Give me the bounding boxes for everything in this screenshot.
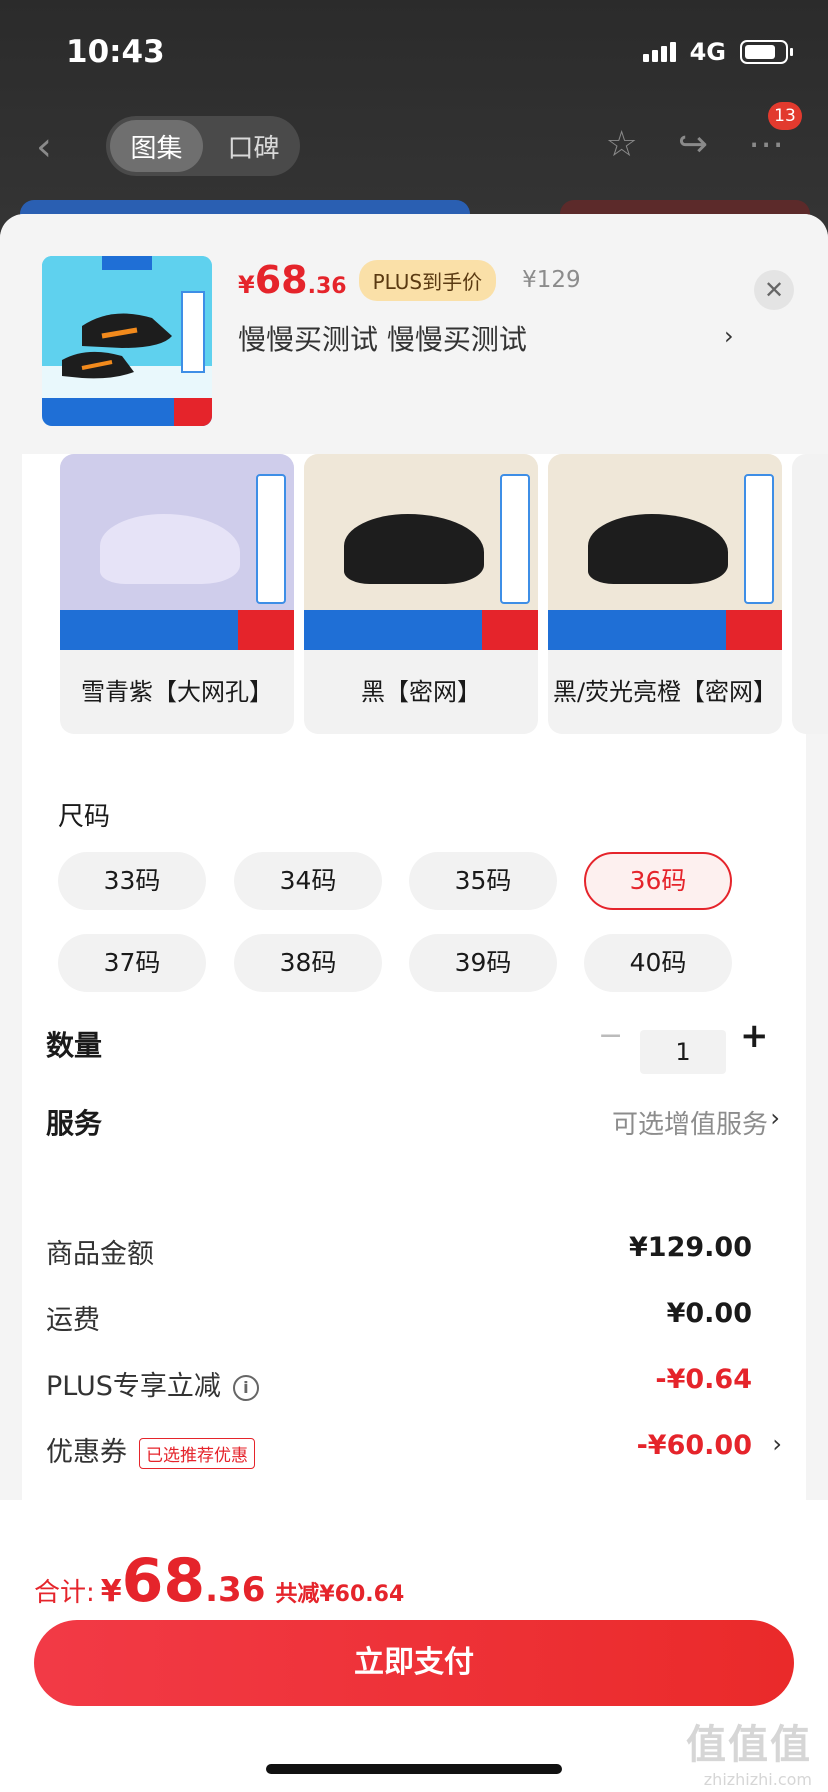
original-price: ¥129 bbox=[522, 267, 581, 293]
tab-gallery[interactable]: 图集 bbox=[110, 120, 203, 172]
size-option[interactable]: 40码 bbox=[584, 934, 732, 992]
quantity-label: 数量 bbox=[46, 1029, 103, 1062]
total-label: 合计: bbox=[34, 1578, 95, 1608]
price-integer: 68 bbox=[254, 258, 308, 302]
total-row: 合计: ¥ 68 .36 共减¥60.64 bbox=[34, 1546, 404, 1616]
network-label: 4G bbox=[689, 38, 726, 66]
sheet-header: ¥ 68 .36 PLUS到手价 ¥129 慢慢买测试 慢慢买测试 › ✕ bbox=[0, 214, 828, 454]
total-integer: 68 bbox=[121, 1546, 206, 1616]
favorite-star-icon[interactable]: ☆ bbox=[606, 124, 638, 165]
size-option[interactable]: 34码 bbox=[234, 852, 382, 910]
variant-label: 黑/荧光亮橙【密网】 bbox=[552, 678, 778, 706]
info-icon[interactable]: i bbox=[232, 1374, 259, 1401]
variant-image bbox=[548, 454, 782, 650]
status-time: 10:43 bbox=[66, 34, 165, 70]
coupon-label-wrap: 优惠券 已选推荐优惠 bbox=[46, 1430, 255, 1469]
home-indicator bbox=[266, 1764, 562, 1774]
product-title[interactable]: 慢慢买测试 慢慢买测试 bbox=[238, 318, 527, 358]
goods-amount-value: ¥129.00 bbox=[629, 1232, 752, 1263]
size-option[interactable]: 37码 bbox=[58, 934, 206, 992]
total-symbol: ¥ bbox=[100, 1574, 122, 1609]
coupon-label: 优惠券 bbox=[46, 1437, 127, 1468]
variant-option[interactable]: 雪青紫【大网孔】 bbox=[60, 454, 294, 734]
plus-discount-label: PLUS专享立减 bbox=[46, 1371, 221, 1402]
pay-now-button[interactable]: 立即支付 bbox=[34, 1620, 794, 1706]
status-icons: 4G bbox=[642, 38, 793, 66]
watermark: 值值值 zhizhizhi.com bbox=[686, 1712, 812, 1789]
more-icon[interactable]: ⋯ 13 bbox=[748, 102, 802, 165]
watermark-logo: 值值值 bbox=[686, 1722, 812, 1768]
variant-list: 雪青紫【大网孔】 黑【密网】 黑/荧光亮橙【密网】 bbox=[38, 454, 828, 734]
quantity-increase-button[interactable]: + bbox=[740, 1016, 769, 1056]
nav-tabs: 图集 口碑 bbox=[106, 116, 300, 176]
close-icon: ✕ bbox=[763, 276, 785, 304]
variant-option[interactable]: 黑【密网】 bbox=[304, 454, 538, 734]
shipping-label: 运费 bbox=[46, 1305, 100, 1336]
price-row: ¥ 68 .36 PLUS到手价 ¥129 bbox=[238, 258, 581, 302]
watermark-url: zhizhizhi.com bbox=[703, 1770, 812, 1789]
plus-price-tag: PLUS到手价 bbox=[358, 259, 497, 301]
total-saved: 共减¥60.64 bbox=[275, 1582, 405, 1607]
goods-amount-label: 商品金额 bbox=[46, 1239, 154, 1270]
chevron-right-icon[interactable]: › bbox=[770, 1104, 780, 1132]
message-badge: 13 bbox=[768, 102, 802, 130]
service-value[interactable]: 可选增值服务 bbox=[612, 1104, 768, 1141]
coupon-row[interactable]: 优惠券 已选推荐优惠 -¥60.00 › bbox=[46, 1430, 782, 1470]
coupon-value: -¥60.00 bbox=[636, 1430, 752, 1461]
size-option[interactable]: 33码 bbox=[58, 852, 206, 910]
variant-label: 雪青紫【大网孔】 bbox=[81, 678, 273, 706]
goods-amount-row: 商品金额 ¥129.00 bbox=[46, 1232, 782, 1272]
plus-discount-row: PLUS专享立减 i -¥0.64 bbox=[46, 1364, 782, 1404]
variant-image bbox=[60, 454, 294, 650]
nav-actions: ☆ ↪ ⋯ 13 bbox=[606, 102, 802, 165]
quantity-input[interactable]: 1 bbox=[640, 1030, 726, 1074]
cost-summary-card: 商品金额 ¥129.00 运费 ¥0.00 PLUS专享立减 i -¥0.64 优… bbox=[22, 1204, 806, 1524]
back-icon[interactable]: ‹ bbox=[36, 124, 52, 170]
plus-discount-label-wrap: PLUS专享立减 i bbox=[46, 1364, 259, 1403]
share-icon[interactable]: ↪ bbox=[678, 124, 708, 165]
shipping-value: ¥0.00 bbox=[666, 1298, 752, 1329]
price-decimal: .36 bbox=[307, 274, 347, 299]
battery-icon bbox=[740, 40, 793, 64]
size-option[interactable]: 39码 bbox=[409, 934, 557, 992]
variant-option[interactable]: 黑/荧光亮橙【密网】 bbox=[548, 454, 782, 734]
variant-label: 黑【密网】 bbox=[361, 678, 481, 706]
service-label: 服务 bbox=[46, 1107, 103, 1140]
product-thumbnail bbox=[42, 256, 212, 426]
shipping-row: 运费 ¥0.00 bbox=[46, 1298, 782, 1338]
size-option[interactable]: 35码 bbox=[409, 852, 557, 910]
signal-icon bbox=[642, 42, 676, 62]
total-decimal: .36 bbox=[205, 1570, 266, 1610]
size-section-title: 尺码 bbox=[58, 802, 111, 832]
nav-bar: ‹ 图集 口碑 ☆ ↪ ⋯ 13 bbox=[0, 102, 828, 180]
plus-discount-value: -¥0.64 bbox=[655, 1364, 752, 1395]
status-bar: 10:43 4G bbox=[0, 0, 828, 100]
chevron-right-icon[interactable]: › bbox=[772, 1430, 782, 1458]
variant-image bbox=[304, 454, 538, 650]
chevron-right-icon[interactable]: › bbox=[724, 322, 734, 350]
checkout-bar: 合计: ¥ 68 .36 共减¥60.64 立即支付 值值值 zhizhizhi… bbox=[0, 1500, 828, 1792]
close-button[interactable]: ✕ bbox=[754, 270, 794, 310]
price-symbol: ¥ bbox=[238, 271, 255, 299]
tab-reviews[interactable]: 口碑 bbox=[207, 120, 300, 172]
coupon-recommended-tag: 已选推荐优惠 bbox=[139, 1438, 255, 1469]
size-option[interactable]: 36码 bbox=[584, 852, 732, 910]
variant-option-partial[interactable] bbox=[792, 454, 828, 734]
quantity-decrease-button[interactable]: − bbox=[598, 1018, 623, 1053]
size-option[interactable]: 38码 bbox=[234, 934, 382, 992]
